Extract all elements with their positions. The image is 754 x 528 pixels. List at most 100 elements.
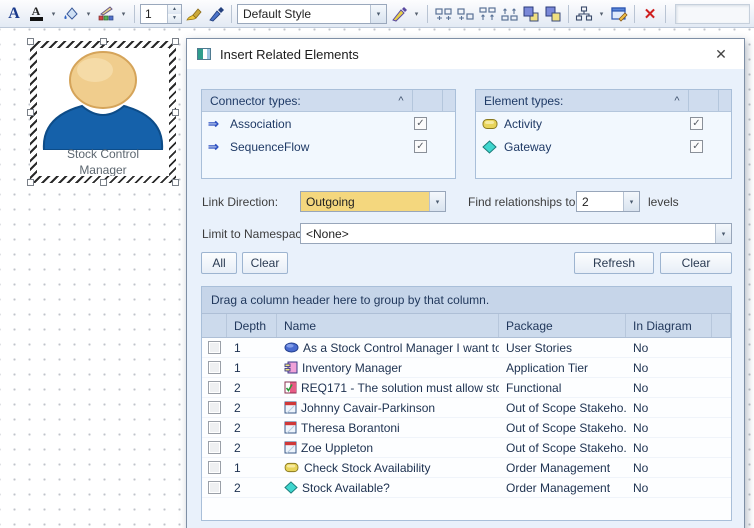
space-evenly-horizontal-icon[interactable] [477,4,497,24]
namespace-label: Limit to Namespace: [202,227,311,241]
bring-to-top-icon[interactable] [521,4,541,24]
gateway-checkbox[interactable] [690,140,703,153]
hierarchy-dropdown[interactable]: ▾ [596,4,607,24]
style-combo-dropdown[interactable]: ▾ [370,5,386,23]
group-by-hint[interactable]: Drag a column header here to group by th… [202,287,731,314]
fill-color-dropdown[interactable]: ▾ [83,4,94,24]
line-color-icon[interactable] [96,4,116,24]
delete-icon[interactable]: ✕ [640,4,660,24]
grid-header-checkbox[interactable] [202,314,227,337]
line-width-value[interactable]: 1 [141,5,167,23]
find-relationships-dropdown[interactable]: ▾ [623,192,639,211]
all-button[interactable]: All [201,252,237,274]
namespace-combo[interactable]: <None> ▾ [300,223,732,244]
toolbar-empty-field [675,4,750,24]
dialog-titlebar[interactable]: Insert Related Elements ✕ [187,39,744,69]
font-color-icon[interactable]: A [26,4,46,24]
link-direction-dropdown[interactable]: ▾ [429,192,445,211]
stakeholder-screen-icon [284,421,297,434]
table-row[interactable]: 1 As a Stock Control Manager I want to .… [202,338,731,358]
font-icon[interactable]: A [4,4,24,24]
table-row[interactable]: 1 Check Stock Availability Order Managem… [202,458,731,478]
insert-left-icon[interactable] [433,4,453,24]
sequenceflow-checkbox[interactable] [414,140,427,153]
grid-header-package[interactable]: Package [499,314,626,337]
clear-left-button[interactable]: Clear [242,252,288,274]
selection-handle[interactable] [27,38,34,45]
row-checkbox[interactable] [208,381,221,394]
actor-element-stock-control-manager[interactable]: Stock Control Manager [30,41,176,183]
row-checkbox[interactable] [208,461,221,474]
table-row[interactable]: 1 Inventory Manager Application Tier No [202,358,731,378]
selection-handle[interactable] [172,109,179,116]
row-checkbox[interactable] [208,341,221,354]
row-checkbox[interactable] [208,441,221,454]
table-row[interactable]: 2 Theresa Borantoni Out of Scope Stakeho… [202,418,731,438]
toolbar-separator [134,5,135,23]
space-evenly-vertical-icon[interactable] [499,4,519,24]
diagram-canvas[interactable]: Stock Control Manager Insert Related Ele… [0,28,754,528]
appearance-pen-icon[interactable] [389,4,409,24]
element-row-gateway[interactable]: Gateway [476,135,731,158]
component-icon [284,361,298,374]
selection-handle[interactable] [27,179,34,186]
grid-header-depth[interactable]: Depth [227,314,277,337]
eyedropper-icon[interactable] [206,4,226,24]
selection-handle[interactable] [172,38,179,45]
element-panel-header[interactable]: Element types: ^ [476,90,731,112]
clear-right-button[interactable]: Clear [660,252,732,274]
application-window: A A ▾ ▾ ▾ 1 [0,0,754,528]
refresh-button[interactable]: Refresh [574,252,654,274]
hierarchy-icon[interactable] [574,4,594,24]
font-color-dropdown[interactable]: ▾ [48,4,59,24]
collapse-chevron-icon[interactable]: ^ [666,95,688,107]
grid-header-row: Depth Name Package In Diagram [202,314,731,338]
find-relationships-label: Find relationships to: [468,195,579,209]
namespace-dropdown[interactable]: ▾ [715,224,731,243]
style-combo[interactable]: Default Style ▾ [237,4,387,24]
selection-handle[interactable] [100,38,107,45]
close-icon[interactable]: ✕ [708,46,734,63]
stakeholder-screen-icon [284,401,297,414]
line-width-down[interactable]: ▼ [168,14,181,23]
collapse-chevron-icon[interactable]: ^ [390,95,412,107]
table-row[interactable]: 2 Johnny Cavair-Parkinson Out of Scope S… [202,398,731,418]
activity-checkbox[interactable] [690,117,703,130]
insert-right-icon[interactable] [455,4,475,24]
properties-icon[interactable] [609,4,629,24]
stakeholder-screen-icon [284,441,297,454]
send-to-back-icon[interactable] [543,4,563,24]
connector-row-sequenceflow[interactable]: ⇒ SequenceFlow [202,135,455,158]
toolbar-separator [427,5,428,23]
activity-icon [284,462,300,473]
format-painter-icon[interactable] [184,4,204,24]
selection-handle[interactable] [27,109,34,116]
toolbar-separator [568,5,569,23]
toolbar-separator [634,5,635,23]
row-checkbox[interactable] [208,481,221,494]
row-checkbox[interactable] [208,361,221,374]
selection-handle[interactable] [172,179,179,186]
element-row-activity[interactable]: Activity [476,112,731,135]
grid-header-name[interactable]: Name [277,314,499,337]
table-row[interactable]: 2 Stock Available? Order Management No [202,478,731,498]
table-row[interactable]: 2 Zoe Uppleton Out of Scope Stakeho... N… [202,438,731,458]
link-direction-combo[interactable]: Outgoing ▾ [300,191,446,212]
fill-color-icon[interactable] [61,4,81,24]
find-relationships-combo[interactable]: 2 ▾ [576,191,640,212]
appearance-dropdown[interactable]: ▾ [411,4,422,24]
toolbar-separator [665,5,666,23]
table-row[interactable]: 2 REQ171 - The solution must allow stoc.… [202,378,731,398]
grid-header-indiagram[interactable]: In Diagram [626,314,712,337]
line-width-up[interactable]: ▲ [168,5,181,14]
association-checkbox[interactable] [414,117,427,130]
grid-header-extra[interactable] [712,314,731,337]
dialog-title: Insert Related Elements [220,47,708,62]
row-checkbox[interactable] [208,401,221,414]
connector-row-association[interactable]: ⇒ Association [202,112,455,135]
line-color-dropdown[interactable]: ▾ [118,4,129,24]
connector-panel-header[interactable]: Connector types: ^ [202,90,455,112]
row-checkbox[interactable] [208,421,221,434]
line-width-spinner[interactable]: 1 ▲ ▼ [140,4,182,24]
selection-handle[interactable] [100,179,107,186]
